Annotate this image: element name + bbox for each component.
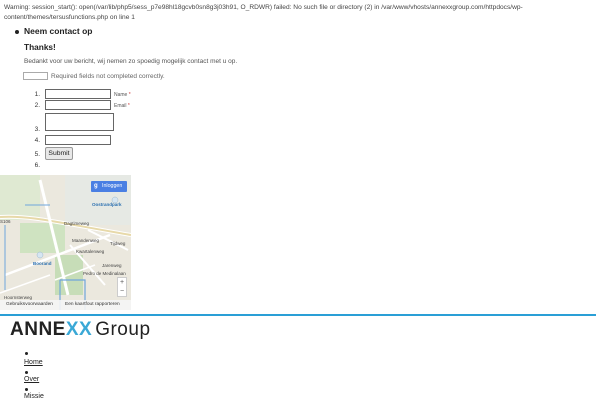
name-label: Name * (114, 92, 131, 98)
site-logo[interactable]: ANNEXX Group (10, 319, 151, 341)
google-icon: g (94, 183, 98, 189)
map-street-label: Maandenweg (72, 238, 100, 243)
map-signin-button[interactable]: g Inloggen (91, 181, 127, 192)
map-footer: Gebruiksvoorwaarden Een kaartfout rappor… (0, 300, 131, 310)
nav-bullet (25, 352, 28, 355)
map-report-link[interactable]: Een kaartfout rapporteren (65, 300, 120, 310)
thanks-message: Bedankt voor uw bericht, wij nemen zo sp… (24, 58, 238, 65)
map-widget[interactable]: S106 Oostrandpark Dagtimeweg Maandenweg … (0, 175, 131, 310)
zoom-out-button[interactable]: − (118, 287, 126, 296)
extra-field[interactable] (45, 135, 111, 145)
error-indicator (23, 72, 48, 80)
map-place-label: Oostrandpark (92, 202, 122, 207)
map-place-label: Boorand (33, 261, 52, 266)
nav-bullet (25, 371, 28, 374)
thanks-heading: Thanks! (24, 42, 56, 52)
map-road-label: S106 (0, 219, 11, 224)
nav-over-link[interactable]: Over (24, 376, 39, 383)
list-number: 6. (34, 162, 40, 169)
map-zoom-control: + − (117, 277, 127, 297)
submit-button[interactable]: Submit (45, 147, 73, 160)
list-number: 1. (34, 91, 40, 98)
map-street-label: Jarenweg (102, 263, 122, 268)
error-message: Required fields not completed correctly. (51, 73, 165, 80)
list-number: 3. (34, 126, 40, 133)
list-number: 5. (34, 151, 40, 158)
email-field[interactable] (45, 100, 111, 110)
email-label: Email * (114, 103, 130, 109)
nav-bullet (25, 388, 28, 391)
map-street-label: Tijdweg (110, 241, 126, 246)
list-number: 4. (34, 137, 40, 144)
nav-home-link[interactable]: Home (24, 359, 43, 366)
message-field[interactable] (45, 113, 114, 131)
map-street-label: Kwartalenweg (76, 249, 105, 254)
list-number: 2. (34, 102, 40, 109)
php-warning: Warning: session_start(): open(/var/lib/… (4, 4, 523, 21)
list-bullet (15, 30, 19, 34)
contact-title: Neem contact op (24, 26, 93, 36)
header-divider (0, 314, 596, 316)
name-field[interactable] (45, 89, 111, 99)
map-street-label: Pedro de Medinalaan (83, 271, 126, 276)
map-terms-link[interactable]: Gebruiksvoorwaarden (6, 300, 53, 310)
zoom-in-button[interactable]: + (118, 278, 126, 287)
map-street-label: Dagtimeweg (64, 221, 90, 226)
nav-missie-link[interactable]: Missie (24, 393, 44, 400)
